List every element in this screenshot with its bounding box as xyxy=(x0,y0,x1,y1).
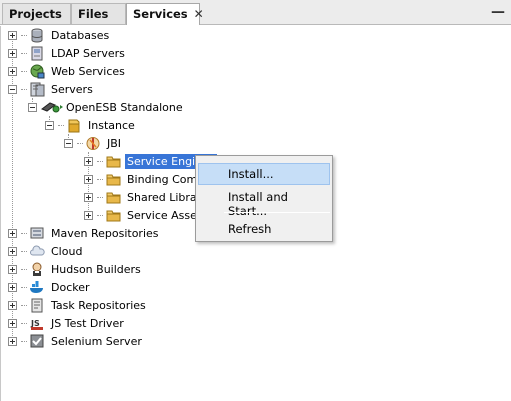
tree-node-ldap-servers[interactable]: LDAP Servers xyxy=(8,44,127,62)
expand-icon[interactable] xyxy=(84,174,93,184)
openesb-server-icon xyxy=(41,99,63,115)
globe-icon xyxy=(29,63,45,79)
menu-separator xyxy=(224,212,330,213)
database-icon xyxy=(29,27,45,43)
menu-item-label: Install... xyxy=(228,167,274,181)
selenium-icon xyxy=(29,333,45,349)
collapse-icon[interactable] xyxy=(28,102,37,112)
tree-node-instance[interactable]: Instance xyxy=(45,116,137,134)
collapse-icon[interactable] xyxy=(64,138,73,148)
tree-node-servers[interactable]: Servers xyxy=(8,80,95,98)
tree-label: Maven Repositories xyxy=(51,226,159,240)
expand-icon[interactable] xyxy=(8,66,17,76)
tree-label: Selenium Server xyxy=(51,334,142,348)
cloud-icon xyxy=(29,243,45,259)
expand-icon[interactable] xyxy=(8,48,17,58)
folder-icon xyxy=(105,189,121,205)
hudson-butler-icon xyxy=(29,261,45,277)
minimize-icon[interactable]: — xyxy=(491,4,505,20)
tree-node-maven-repositories[interactable]: Maven Repositories xyxy=(8,224,161,242)
tab-bar: Projects Files Services ✕ — xyxy=(0,0,511,25)
tab-services-label: Services xyxy=(133,7,188,21)
maven-repository-icon xyxy=(29,225,45,241)
expand-icon[interactable] xyxy=(84,192,93,202)
js-test-driver-icon: JS xyxy=(29,315,45,331)
tree-label: Web Services xyxy=(51,64,125,78)
server-icon xyxy=(29,81,45,97)
ldap-book-icon xyxy=(29,45,45,61)
tree-label: JS Test Driver xyxy=(51,316,124,330)
tab-files-label: Files xyxy=(78,7,109,21)
folder-icon xyxy=(105,153,121,169)
collapse-icon[interactable] xyxy=(45,120,54,130)
expand-icon[interactable] xyxy=(84,210,93,220)
tree-node-docker[interactable]: Docker xyxy=(8,278,92,296)
tree-label: OpenESB Standalone xyxy=(66,100,183,114)
task-repository-icon xyxy=(29,297,45,313)
menu-item-refresh[interactable]: Refresh xyxy=(198,218,330,240)
close-icon[interactable]: ✕ xyxy=(194,7,204,21)
tab-files[interactable]: Files xyxy=(71,3,126,24)
expand-icon[interactable] xyxy=(8,318,17,328)
docker-whale-icon xyxy=(29,279,45,295)
tree-node-js-test-driver[interactable]: JS JS Test Driver xyxy=(8,314,126,332)
tree-label: JBI xyxy=(107,136,122,150)
expand-icon[interactable] xyxy=(8,264,17,274)
folder-icon xyxy=(105,171,121,187)
menu-item-install[interactable]: Install... xyxy=(198,163,330,185)
tree-label: Servers xyxy=(51,82,93,96)
folder-icon xyxy=(105,207,121,223)
expand-icon[interactable] xyxy=(8,300,17,310)
expand-icon[interactable] xyxy=(8,336,17,346)
tab-projects-label: Projects xyxy=(9,7,62,21)
collapse-icon[interactable] xyxy=(8,84,17,94)
tree-label: Databases xyxy=(51,28,110,42)
tree-label: LDAP Servers xyxy=(51,46,125,60)
tab-services[interactable]: Services ✕ xyxy=(126,3,204,25)
tree-node-selenium-server[interactable]: Selenium Server xyxy=(8,332,144,350)
instance-icon xyxy=(66,117,82,133)
tree-label: Cloud xyxy=(51,244,83,258)
tree-node-databases[interactable]: Databases xyxy=(8,26,111,44)
tree-label: Docker xyxy=(51,280,90,294)
jbi-icon xyxy=(85,135,101,151)
tree-node-web-services[interactable]: Web Services xyxy=(8,62,127,80)
context-menu: Install... Install and Start... Refresh xyxy=(195,155,333,242)
tab-projects[interactable]: Projects xyxy=(2,3,71,24)
tree-node-shared-libraries[interactable]: Shared Librarie xyxy=(84,188,213,206)
tree-label: Hudson Builders xyxy=(51,262,141,276)
menu-item-label: Install and Start... xyxy=(228,190,288,218)
menu-item-install-and-start[interactable]: Install and Start... xyxy=(198,186,330,218)
tree-node-jbi[interactable]: JBI xyxy=(64,134,123,152)
tree-node-cloud[interactable]: Cloud xyxy=(8,242,84,260)
menu-item-label: Refresh xyxy=(228,222,272,236)
expand-icon[interactable] xyxy=(8,228,17,238)
tree-label: Task Repositories xyxy=(51,298,146,312)
expand-icon[interactable] xyxy=(84,156,93,166)
tree-node-openesb-standalone[interactable]: OpenESB Standalone xyxy=(28,98,185,116)
svg-text:JS: JS xyxy=(30,319,40,328)
expand-icon[interactable] xyxy=(8,246,17,256)
tree-node-task-repositories[interactable]: Task Repositories xyxy=(8,296,148,314)
expand-icon[interactable] xyxy=(8,30,17,40)
tree-label: Instance xyxy=(88,118,135,132)
tree-node-hudson-builders[interactable]: Hudson Builders xyxy=(8,260,143,278)
expand-icon[interactable] xyxy=(8,282,17,292)
